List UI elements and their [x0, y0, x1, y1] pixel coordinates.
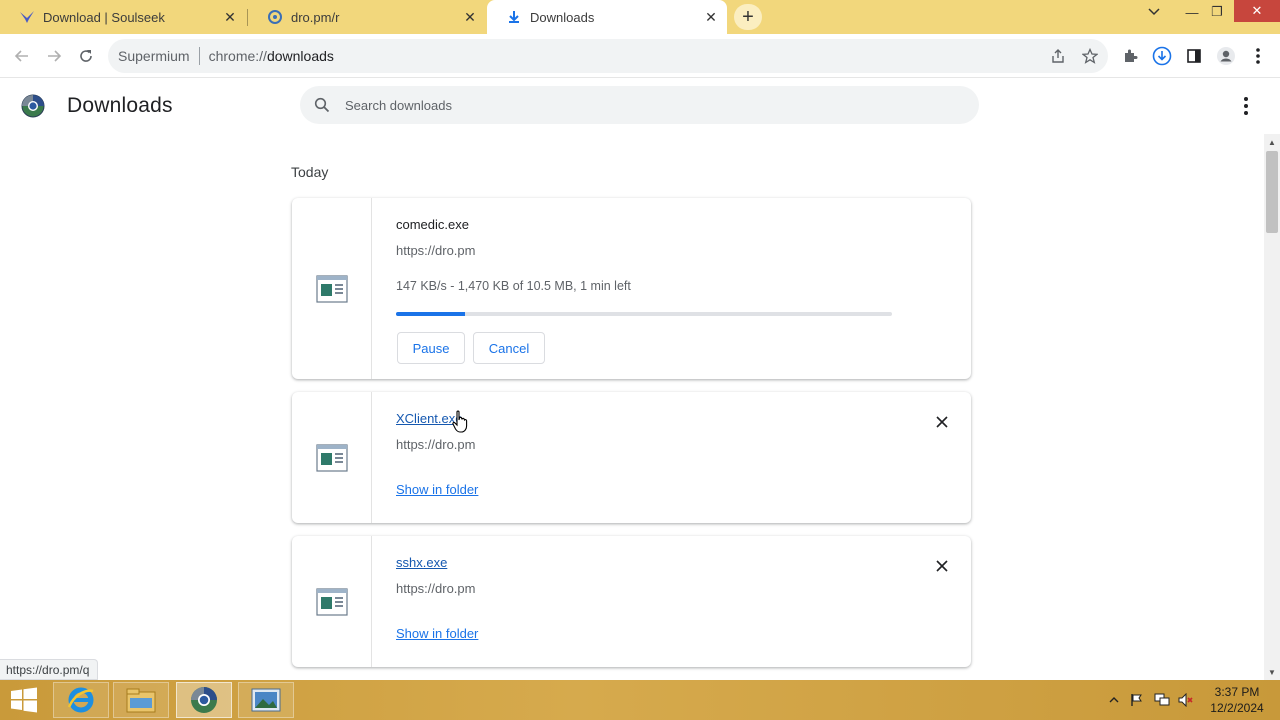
download-source-url[interactable]: https://dro.pm	[396, 437, 475, 452]
tab-title: Downloads	[530, 9, 595, 25]
tab-soulseek[interactable]: Download | Soulseek ✕	[0, 0, 246, 34]
download-item-completed: sshx.exe https://dro.pm Show in folder	[292, 536, 971, 667]
windows-taskbar: 3:37 PM 12/2/2024	[0, 680, 1280, 720]
profile-avatar-icon[interactable]	[1212, 42, 1240, 70]
supermium-logo-icon	[21, 94, 45, 118]
close-tab-icon[interactable]: ✕	[220, 7, 240, 27]
file-icon-column	[292, 198, 372, 379]
address-bar[interactable]: Supermium chrome:// downloads	[108, 39, 1108, 73]
windows-start-icon[interactable]	[6, 686, 42, 714]
search-downloads-box[interactable]	[300, 86, 979, 124]
share-icon[interactable]	[1044, 42, 1072, 70]
search-icon	[314, 97, 330, 118]
download-filename-link[interactable]: sshx.exe	[396, 555, 447, 570]
tab-title: Download | Soulseek	[43, 9, 165, 25]
downloads-more-actions-icon[interactable]	[1236, 94, 1256, 118]
taskbar-clock[interactable]: 3:37 PM 12/2/2024	[1204, 684, 1270, 716]
hand-cursor-icon	[452, 410, 468, 433]
reload-icon[interactable]	[72, 42, 100, 70]
link-status-bubble: https://dro.pm/q	[0, 659, 99, 680]
page-title: Downloads	[67, 94, 173, 117]
downloads-header: Downloads	[0, 78, 1264, 134]
action-center-flag-icon[interactable]	[1128, 680, 1146, 720]
download-arrow-icon	[506, 9, 522, 25]
scroll-down-arrow-icon[interactable]: ▼	[1264, 664, 1280, 680]
restore-button[interactable]: ❐	[1201, 0, 1233, 24]
url-host: downloads	[266, 48, 334, 64]
tab-dro-pm[interactable]: dro.pm/r ✕	[248, 0, 486, 34]
omnibox-divider	[198, 47, 200, 65]
downloads-toolbar-icon[interactable]	[1148, 42, 1176, 70]
file-explorer-icon[interactable]	[113, 682, 169, 718]
cancel-button[interactable]: Cancel	[473, 332, 545, 364]
new-tab-button[interactable]: +	[734, 4, 762, 30]
page-scrollbar[interactable]: ▲ ▼	[1264, 134, 1280, 680]
bookmark-star-icon[interactable]	[1076, 42, 1104, 70]
network-icon[interactable]	[1152, 680, 1172, 720]
url-scheme: chrome://	[208, 48, 267, 64]
internet-explorer-icon[interactable]	[53, 682, 109, 718]
remove-download-close-icon[interactable]	[932, 412, 952, 432]
soulseek-bird-icon	[19, 9, 35, 25]
dro-pm-icon	[267, 9, 283, 25]
extensions-puzzle-icon[interactable]	[1116, 42, 1144, 70]
close-tab-icon[interactable]: ✕	[701, 7, 721, 27]
download-progress-bar	[396, 312, 892, 316]
close-tab-icon[interactable]: ✕	[460, 7, 480, 27]
scroll-up-arrow-icon[interactable]: ▲	[1264, 134, 1280, 150]
show-hidden-icons-chevron-icon[interactable]	[1106, 680, 1122, 720]
side-panel-icon[interactable]	[1180, 42, 1208, 70]
executable-file-icon	[316, 444, 348, 472]
show-in-folder-link[interactable]: Show in folder	[396, 626, 478, 641]
supermium-browser-icon[interactable]	[176, 682, 232, 718]
scrollbar-thumb[interactable]	[1266, 151, 1278, 233]
executable-file-icon	[316, 275, 348, 303]
tab-search-chevron-icon[interactable]	[1138, 0, 1170, 24]
date-group-label: Today	[291, 164, 329, 180]
browser-brand-label: Supermium	[118, 48, 190, 64]
remove-download-close-icon[interactable]	[932, 556, 952, 576]
download-source-url[interactable]: https://dro.pm	[396, 581, 475, 596]
forward-arrow-icon[interactable]	[40, 42, 68, 70]
tab-downloads[interactable]: Downloads ✕	[487, 0, 727, 34]
search-input[interactable]	[345, 86, 945, 124]
image-viewer-icon[interactable]	[238, 682, 294, 718]
browser-toolbar: Supermium chrome:// downloads	[0, 34, 1280, 78]
download-progress-fill	[396, 312, 466, 316]
pause-button[interactable]: Pause	[397, 332, 465, 364]
tab-strip: Download | Soulseek ✕ dro.pm/r ✕ Downloa…	[0, 0, 1280, 34]
volume-muted-icon[interactable]	[1176, 680, 1196, 720]
download-status-text: 147 KB/s - 1,470 KB of 10.5 MB, 1 min le…	[396, 279, 631, 293]
back-arrow-icon[interactable]	[8, 42, 36, 70]
file-icon-column	[292, 392, 372, 523]
download-item-completed: XClient.exe https://dro.pm Show in folde…	[292, 392, 971, 523]
download-source-url[interactable]: https://dro.pm	[396, 243, 475, 258]
file-icon-column	[292, 536, 372, 667]
download-item-in-progress: comedic.exe https://dro.pm 147 KB/s - 1,…	[292, 198, 971, 379]
download-filename: comedic.exe	[396, 217, 469, 232]
window-close-button[interactable]: ✕	[1234, 0, 1280, 22]
tab-title: dro.pm/r	[291, 9, 340, 25]
browser-menu-icon[interactable]	[1244, 42, 1272, 70]
clock-time: 3:37 PM	[1214, 685, 1260, 699]
clock-date: 12/2/2024	[1210, 701, 1264, 715]
show-in-folder-link[interactable]: Show in folder	[396, 482, 478, 497]
executable-file-icon	[316, 588, 348, 616]
